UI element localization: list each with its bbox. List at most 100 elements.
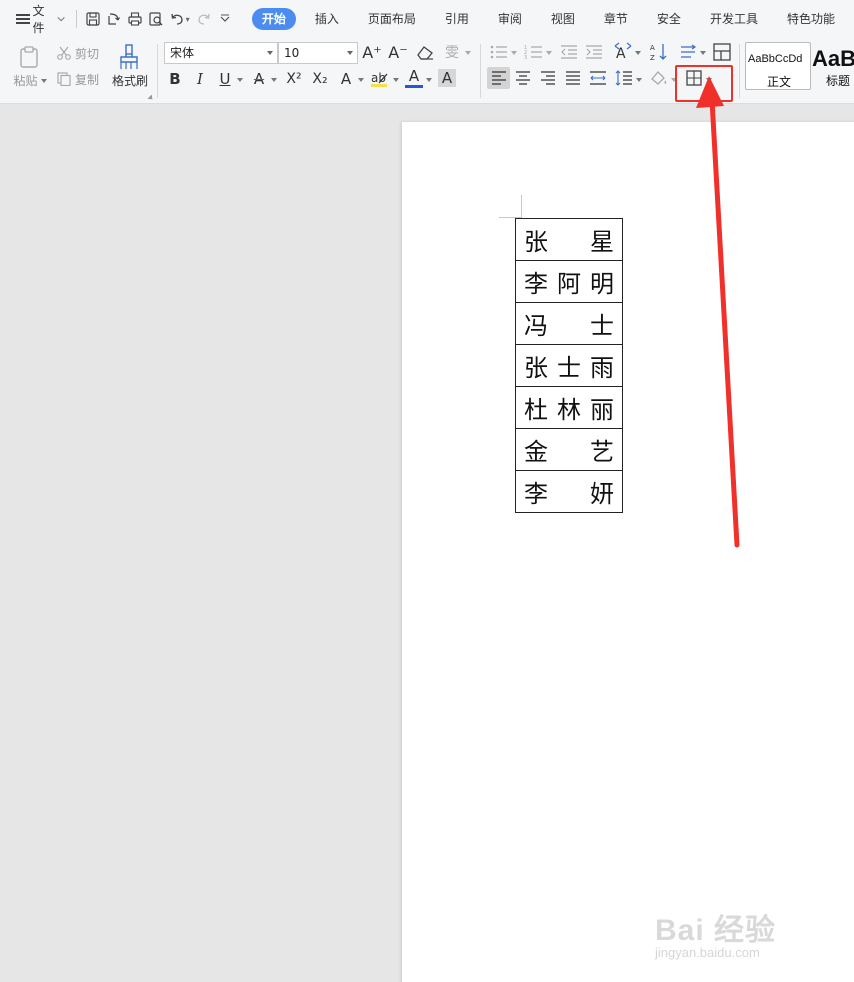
table-cell[interactable]: 张星 xyxy=(515,218,623,261)
tab-sections[interactable]: 章节 xyxy=(594,8,638,30)
underline-dropdown-caret[interactable] xyxy=(237,78,243,82)
show-hide-marks-icon[interactable] xyxy=(678,42,700,62)
text-effect-button[interactable]: A xyxy=(337,68,355,90)
table-cell[interactable]: 杜林丽 xyxy=(515,386,623,429)
distribute-icon[interactable] xyxy=(588,68,608,88)
export-icon[interactable] xyxy=(105,9,122,29)
file-menu-label: 文件 xyxy=(32,4,45,35)
shrink-font-button[interactable]: A⁻ xyxy=(388,42,408,64)
numbering-dropdown-caret[interactable] xyxy=(546,51,552,55)
margin-corner-mark xyxy=(521,195,522,218)
grow-font-button[interactable]: A⁺ xyxy=(362,42,382,64)
customize-quick-access-icon[interactable] xyxy=(217,9,234,29)
strikethrough-button[interactable]: A xyxy=(250,68,268,90)
watermark-sub: jingyan.baidu.com xyxy=(655,945,760,960)
cut-button[interactable]: 剪切 xyxy=(56,45,104,61)
cell-text: 李阿明 xyxy=(524,270,614,298)
redo-icon[interactable] xyxy=(196,9,213,29)
change-case-dropdown-caret[interactable] xyxy=(635,51,641,55)
table-row: 冯士 xyxy=(515,302,623,345)
font-name-select[interactable]: 宋体 xyxy=(164,42,278,64)
font-color-dropdown-caret[interactable] xyxy=(426,78,432,82)
clear-format-icon[interactable] xyxy=(415,43,437,63)
bullets-icon[interactable] xyxy=(488,43,510,61)
table-row: 杜林丽 xyxy=(515,386,623,429)
bullets-dropdown-caret[interactable] xyxy=(511,51,517,55)
char-shading-button[interactable]: A xyxy=(438,69,456,87)
highlight-color-icon[interactable]: ab xyxy=(369,69,391,89)
paste-button[interactable]: 粘贴 xyxy=(10,72,50,88)
svg-text:3: 3 xyxy=(524,55,527,60)
tab-home[interactable]: 开始 xyxy=(251,8,296,30)
underline-button[interactable]: U xyxy=(216,68,234,90)
print-preview-icon[interactable] xyxy=(148,9,165,29)
strikethrough-dropdown-caret[interactable] xyxy=(271,78,277,82)
align-right-icon[interactable] xyxy=(538,68,558,88)
table-row: 张士雨 xyxy=(515,344,623,387)
style-normal[interactable]: AaBbCcDd 正文 xyxy=(745,42,811,90)
align-center-icon[interactable] xyxy=(513,68,533,88)
cut-label: 剪切 xyxy=(75,46,100,61)
watermark-main: Bai 经验 xyxy=(655,914,777,947)
document-page[interactable] xyxy=(402,122,854,982)
tab-security[interactable]: 安全 xyxy=(647,8,691,30)
change-case-icon[interactable]: A xyxy=(612,41,634,63)
text-direction-icon[interactable] xyxy=(711,42,733,62)
align-left-button[interactable] xyxy=(487,67,510,89)
font-size-select[interactable]: 10 xyxy=(278,42,358,64)
subscript-button[interactable]: X₂ xyxy=(309,68,331,90)
table-cell[interactable]: 李阿明 xyxy=(515,260,623,303)
tab-special-features[interactable]: 特色功能 xyxy=(777,8,845,30)
table-cell[interactable]: 张士雨 xyxy=(515,344,623,387)
superscript-button[interactable]: X² xyxy=(283,68,305,90)
decrease-indent-icon[interactable] xyxy=(559,43,579,61)
cell-text: 冯士 xyxy=(524,312,614,340)
clipboard-dialog-launcher[interactable] xyxy=(147,94,155,102)
highlight-dropdown-caret[interactable] xyxy=(393,78,399,82)
font-size-value: 10 xyxy=(284,46,300,60)
table-cell[interactable]: 李妍 xyxy=(515,470,623,513)
undo-icon[interactable] xyxy=(169,9,186,29)
increase-indent-icon[interactable] xyxy=(584,43,604,61)
table-cell[interactable]: 金艺 xyxy=(515,428,623,471)
numbering-icon[interactable]: 123 xyxy=(523,43,545,61)
undo-dropdown-caret[interactable]: ▾ xyxy=(186,15,190,24)
cell-text: 杜林丽 xyxy=(524,396,614,424)
tab-page-layout[interactable]: 页面布局 xyxy=(358,8,426,30)
print-icon[interactable] xyxy=(126,9,143,29)
show-hide-dropdown-caret[interactable] xyxy=(700,51,706,55)
copy-label: 复制 xyxy=(75,72,100,87)
watermark: Bai 经验 jingyan.baidu.com xyxy=(655,905,845,965)
copy-button[interactable]: 复制 xyxy=(56,71,104,87)
table-cell[interactable]: 冯士 xyxy=(515,302,623,345)
pinyin-dropdown-caret[interactable] xyxy=(465,51,471,55)
name-table[interactable]: 张星 李阿明 冯士 张士雨 杜林丽 金艺 李妍 xyxy=(515,218,623,513)
style-heading[interactable]: AaB 标题 xyxy=(812,42,854,90)
align-left-icon xyxy=(491,71,506,85)
file-menu-button[interactable]: 文件 xyxy=(14,4,68,35)
save-icon[interactable] xyxy=(84,9,101,29)
text-effect-dropdown-caret[interactable] xyxy=(358,78,364,82)
shading-icon[interactable] xyxy=(648,68,670,88)
format-painter-button[interactable]: 格式刷 xyxy=(108,72,152,88)
bold-button[interactable]: B xyxy=(166,68,184,90)
pinyin-guide-button[interactable]: 雯 xyxy=(442,42,462,64)
paste-icon[interactable] xyxy=(14,44,44,70)
tab-developer[interactable]: 开发工具 xyxy=(700,8,768,30)
tab-references[interactable]: 引用 xyxy=(435,8,479,30)
format-painter-icon[interactable] xyxy=(116,43,142,71)
justify-icon[interactable] xyxy=(563,68,583,88)
line-spacing-dropdown-caret[interactable] xyxy=(636,78,642,82)
sort-icon[interactable]: AZ xyxy=(648,41,670,63)
tab-insert[interactable]: 插入 xyxy=(305,8,349,30)
font-color-button[interactable]: A xyxy=(405,66,423,88)
tab-view[interactable]: 视图 xyxy=(541,8,585,30)
hamburger-icon xyxy=(16,14,30,24)
tab-review[interactable]: 审阅 xyxy=(488,8,532,30)
line-spacing-icon[interactable] xyxy=(614,68,634,88)
copy-icon xyxy=(57,72,71,86)
ribbon-tabs: 开始 插入 页面布局 引用 审阅 视图 章节 安全 开发工具 特色功能 xyxy=(251,8,854,30)
style-normal-sample: AaBbCcDd xyxy=(748,53,803,65)
font-name-dropdown-caret xyxy=(267,51,273,55)
italic-button[interactable]: I xyxy=(191,68,209,90)
